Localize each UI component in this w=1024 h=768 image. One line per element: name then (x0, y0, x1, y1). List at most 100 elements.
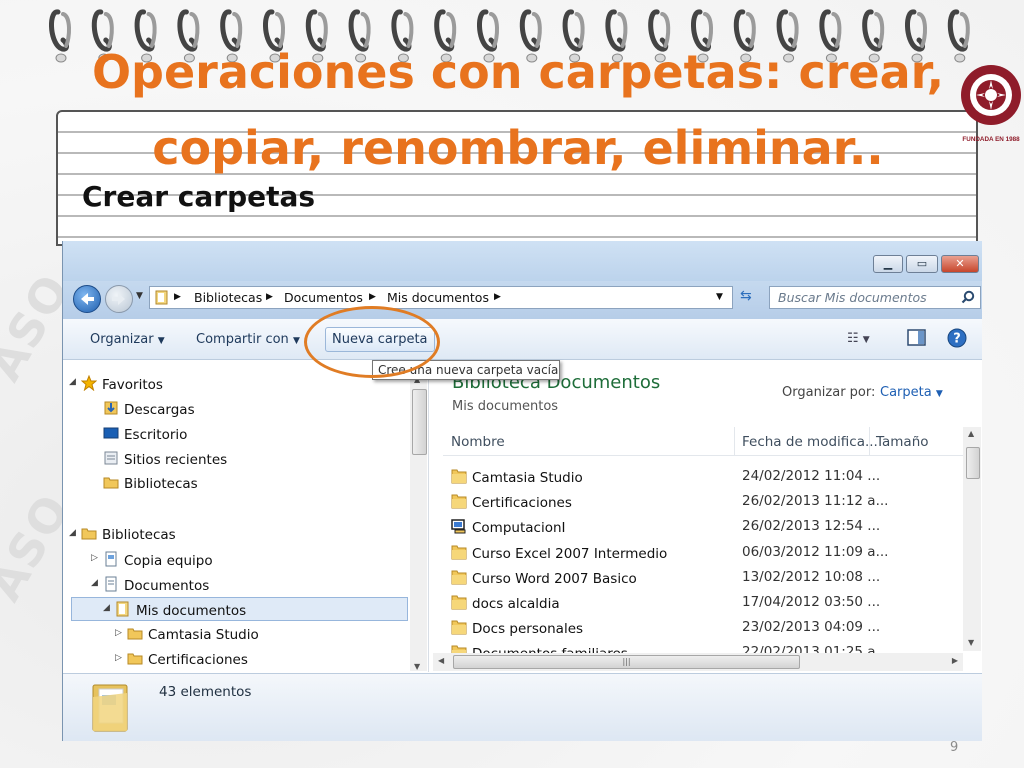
libraries-icon (81, 526, 97, 544)
address-dropdown-icon[interactable]: ▼ (716, 287, 723, 308)
logo-caption: FUNDADA EN 1988 (962, 136, 1020, 143)
nav-sitios-recientes[interactable]: Sitios recientes (103, 450, 227, 470)
column-header-name[interactable]: Nombre (451, 434, 505, 450)
close-button[interactable]: ✕ (941, 255, 979, 273)
search-placeholder: Buscar Mis documentos (778, 290, 927, 305)
help-icon[interactable]: ? (947, 328, 967, 352)
libraries-icon (103, 475, 119, 493)
column-divider[interactable] (734, 427, 735, 455)
file-row[interactable]: Curso Excel 2007 Intermedio (451, 544, 667, 564)
nav-camtasia-studio[interactable]: Camtasia Studio (127, 626, 259, 644)
column-header-date[interactable]: Fecha de modifica... (742, 434, 878, 450)
folder-details-icon (92, 684, 128, 732)
file-name: Curso Excel 2007 Intermedio (472, 545, 668, 562)
nav-bibliotecas[interactable]: Bibliotecas (81, 526, 176, 544)
column-divider[interactable] (869, 427, 870, 455)
back-button[interactable] (73, 285, 101, 313)
slide-subtitle: Crear carpetas (82, 180, 316, 213)
maximize-button[interactable]: ▭ (906, 255, 938, 273)
view-options-icon[interactable]: ☷ ▼ (847, 331, 870, 346)
expand-arrow-icon[interactable]: ▷ (115, 653, 122, 663)
expand-arrow-icon[interactable]: ▷ (115, 628, 122, 638)
file-row[interactable]: Curso Word 2007 Basico (451, 569, 637, 589)
file-row[interactable]: Camtasia Studio (451, 468, 583, 488)
explorer-window[interactable]: ▁ ▭ ✕ ▼ ▶ Bibliotecas ▶ Documentos ▶ Mis… (62, 241, 982, 741)
content-scrollbar[interactable]: ▲ ▼ (963, 427, 981, 651)
minimize-button[interactable]: ▁ (873, 255, 903, 273)
nav-item-label: Mis documentos (136, 603, 247, 619)
search-input[interactable]: Buscar Mis documentos (769, 286, 981, 309)
share-with-button[interactable]: Compartir con ▼ (196, 332, 300, 347)
computer-folder-icon (451, 518, 467, 538)
file-name: ComputacionI (472, 520, 566, 537)
expand-arrow-icon[interactable]: ◢ (69, 528, 76, 538)
window-titlebar[interactable] (63, 241, 982, 281)
file-name: Curso Word 2007 Basico (472, 570, 637, 587)
svg-text:?: ? (953, 332, 961, 347)
breadcrumb-mis-documentos[interactable]: Mis documentos (387, 287, 489, 308)
breadcrumb-documentos[interactable]: Documentos (284, 287, 363, 308)
forward-button[interactable] (105, 285, 133, 313)
address-bar[interactable]: ▶ Bibliotecas ▶ Documentos ▶ Mis documen… (149, 286, 733, 309)
folder-icon (451, 493, 467, 513)
folder-icon (127, 626, 143, 644)
folder-icon (451, 544, 467, 564)
nav-item-label: Escritorio (124, 427, 188, 443)
content-scroll-thumb[interactable] (966, 447, 980, 479)
file-name: docs alcaldia (472, 596, 560, 612)
breadcrumb-bibliotecas[interactable]: Bibliotecas (194, 287, 262, 308)
organize-button[interactable]: Organizar ▼ (90, 332, 165, 347)
chevron-down-icon: ▼ (157, 336, 165, 346)
highlight-circle (304, 306, 440, 378)
status-item-count: 43 elementos (159, 684, 252, 700)
nav-scrollbar[interactable]: ▲ ▼ (410, 375, 427, 671)
file-row[interactable]: ComputacionI (451, 518, 566, 538)
recent-pages-icon[interactable]: ▼ (136, 291, 143, 301)
scroll-right-icon[interactable]: ▶ (952, 656, 958, 665)
arrow-right-icon (112, 293, 125, 305)
nav-copia-equipo[interactable]: Copia equipo (103, 551, 213, 571)
column-header-size[interactable]: Tamaño (876, 434, 929, 450)
folder-icon (451, 594, 467, 614)
expand-arrow-icon[interactable]: ◢ (69, 377, 76, 387)
nav-documentos[interactable]: Documentos (103, 576, 209, 596)
nav-item-label: Bibliotecas (102, 527, 176, 543)
scroll-down-icon[interactable]: ▼ (414, 662, 420, 671)
scroll-down-icon[interactable]: ▼ (968, 638, 974, 647)
nav-item-label: Documentos (124, 578, 210, 594)
scroll-left-icon[interactable]: ◀ (438, 656, 444, 665)
file-date: 23/02/2013 04:09 ... (742, 619, 881, 636)
nav-favorites[interactable]: Favoritos (80, 374, 163, 395)
preview-pane-icon[interactable] (907, 329, 927, 351)
nav-escritorio[interactable]: Escritorio (103, 425, 187, 445)
nav-item-label: Descargas (124, 402, 195, 418)
arrange-by-value: Carpeta (880, 385, 932, 400)
university-logo: FUNDADA EN 1988 (961, 65, 1021, 143)
nav-mis-documentos[interactable]: Mis documentos (115, 601, 246, 621)
file-name: Certificaciones (472, 495, 572, 512)
nav-certificaciones[interactable]: Certificaciones (127, 651, 248, 669)
scroll-up-icon[interactable]: ▲ (968, 429, 974, 438)
chevron-right-icon: ▶ (174, 292, 181, 302)
file-row[interactable]: Certificaciones (451, 493, 572, 513)
chevron-down-icon: ▼ (935, 389, 943, 399)
folder-icon (127, 651, 143, 669)
arrange-by-dropdown[interactable]: Carpeta ▼ (880, 385, 943, 400)
nav-bibliotecas-fav[interactable]: Bibliotecas (103, 475, 198, 493)
nav-descargas[interactable]: Descargas (103, 400, 195, 420)
file-row[interactable]: Docs personales (451, 619, 583, 639)
expand-arrow-icon[interactable]: ◢ (103, 603, 110, 613)
chevron-right-icon: ▶ (266, 292, 273, 302)
horizontal-scroll-thumb[interactable]: ||| (453, 655, 800, 669)
file-date: 17/04/2012 03:50 ... (742, 594, 881, 610)
refresh-icon[interactable]: ⇆ (740, 288, 752, 304)
file-row[interactable]: docs alcaldia (451, 594, 560, 614)
nav-item-label: Sitios recientes (124, 452, 228, 468)
file-date: 26/02/2013 12:54 ... (742, 518, 881, 535)
content-horizontal-scrollbar[interactable]: ◀ ||| ▶ (433, 653, 963, 671)
file-date: 06/03/2012 11:09 a... (742, 543, 889, 560)
nav-scroll-thumb[interactable] (412, 389, 427, 455)
search-icon (961, 290, 975, 304)
expand-arrow-icon[interactable]: ▷ (91, 553, 98, 563)
expand-arrow-icon[interactable]: ◢ (91, 578, 98, 588)
